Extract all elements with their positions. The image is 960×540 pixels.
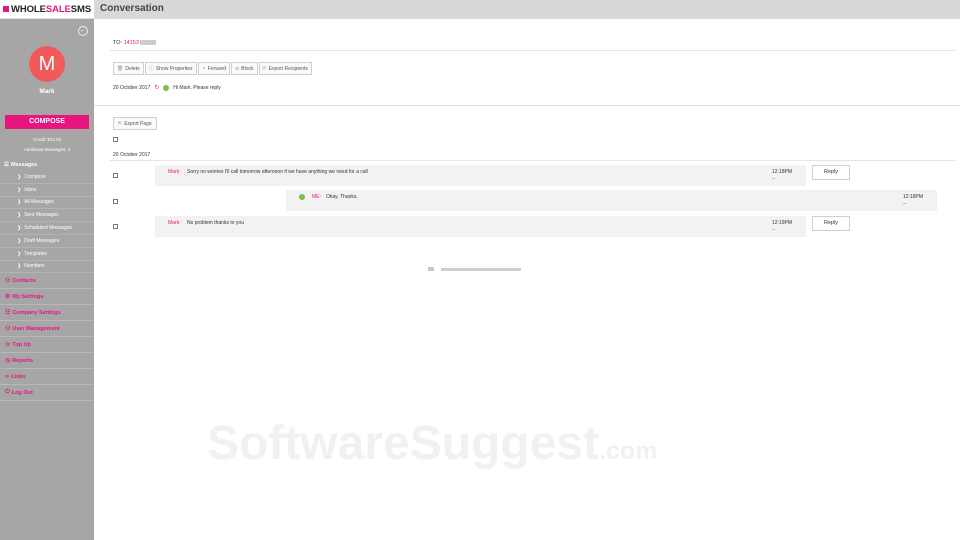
user-name: Mark: [39, 88, 55, 95]
delete-button[interactable]: 🗑 Delete: [113, 62, 144, 75]
gear-icon: ⚙: [5, 294, 11, 301]
sidebar-item-numbers[interactable]: ❯ Numbers: [0, 261, 94, 274]
loading-bar: [441, 267, 521, 271]
sidebar-item-templates[interactable]: ❯ Templates: [0, 248, 94, 261]
export-icon: ⇱: [118, 120, 123, 127]
show-properties-button[interactable]: ⓘ Show Properties: [144, 62, 197, 75]
message-time: 12:18PM: [903, 194, 924, 200]
reply-button[interactable]: Reply: [812, 216, 850, 231]
chart-icon: ◷: [5, 358, 11, 365]
message-sender: Mark:: [168, 220, 181, 226]
message-checkbox[interactable]: [113, 173, 118, 178]
chevron-right-icon: ❯: [17, 186, 22, 193]
message-status: --: [772, 227, 776, 233]
star-icon: ☆: [5, 342, 11, 349]
conversation-panel: TO: 14153 🗑 Delete ⓘ Show Properties ↗ Forw…: [94, 19, 960, 540]
chevron-right-icon: ❯: [17, 173, 22, 180]
compose-button[interactable]: COMPOSE: [5, 115, 89, 129]
reply-button[interactable]: Reply: [812, 165, 850, 180]
users-icon: ⚇: [5, 326, 11, 333]
message-checkbox[interactable]: [113, 224, 118, 229]
divider: [94, 105, 960, 106]
watermark: SoftwareSuggest.com: [207, 417, 658, 470]
sidebar-item-company-settings[interactable]: ☷ Company Settings: [0, 305, 94, 322]
sidebar-item-all-messages[interactable]: ❯ All Messages: [0, 197, 94, 210]
sidebar-item-user-management[interactable]: ⚇ User Management: [0, 321, 94, 338]
sidebar-item-links[interactable]: ∞ Links: [0, 369, 94, 386]
message-checkbox[interactable]: [113, 199, 118, 204]
export-page-button[interactable]: ⇱ Export Page: [113, 117, 157, 130]
export-recipients-button[interactable]: ⇱ Export Recipients: [258, 62, 312, 75]
message-text: Sorry no worries I'll call tomorrow afte…: [187, 169, 368, 175]
chevron-right-icon: ❯: [17, 199, 22, 206]
message-text: No problem thanks to you: [187, 220, 244, 226]
refresh-icon[interactable]: ↻: [154, 84, 159, 91]
day-label: 20 October 2017: [113, 152, 151, 158]
forward-button[interactable]: ↗ Forward: [197, 62, 231, 75]
link-icon: ∞: [5, 373, 10, 380]
sidebar-item-my-settings[interactable]: ⚙ My Settings: [0, 289, 94, 306]
sidebar-item-top-up[interactable]: ☆ Top Up: [0, 337, 94, 354]
status-dot: [163, 84, 170, 91]
info-icon: ⓘ: [148, 66, 154, 72]
sliders-icon: ☷: [5, 310, 11, 317]
message-sender: Mark:: [168, 169, 181, 175]
divider: [110, 50, 956, 51]
chevron-right-icon: ❯: [17, 212, 22, 219]
export-icon: ⇱: [262, 65, 267, 72]
redacted-number: [139, 40, 156, 46]
power-icon: ⏻: [5, 389, 10, 396]
image-placeholder-icon: [428, 267, 434, 271]
additional-messages: Additional Messages: 3: [23, 147, 71, 152]
message-status: --: [772, 176, 776, 182]
chevron-right-icon: ❯: [17, 250, 22, 257]
chevron-right-icon: ❯: [17, 225, 22, 232]
message-time: 12:18PM: [772, 169, 793, 175]
page-title: Conversation: [100, 3, 164, 14]
sidebar-item-reports[interactable]: ◷ Reports: [0, 353, 94, 370]
message-status: --: [903, 201, 907, 207]
forward-icon: ↗: [201, 65, 206, 72]
divider: [110, 160, 956, 161]
recipient-line: TO: 14153: [113, 40, 156, 46]
sidebar-nav: ☰ Messages ❯ Compose ❯ Inbox ❯ All Messages…: [0, 158, 94, 402]
message-bubble-incoming: Mark: No problem thanks to you 12:19PM -…: [155, 216, 806, 237]
back-arrow-icon[interactable]: ←: [78, 26, 88, 36]
conversation-summary: 20 October 2017 ↻ Hi Mark. Please reply: [113, 84, 221, 91]
block-button[interactable]: ⊘ Block: [231, 62, 258, 75]
loading-indicator: [428, 267, 521, 271]
sidebar-item-log-out[interactable]: ⏻ Log Out: [0, 385, 94, 402]
sidebar-section-messages[interactable]: ☰ Messages: [0, 158, 94, 171]
trash-icon: 🗑: [117, 65, 124, 72]
sidebar-item-inbox[interactable]: ❯ Inbox: [0, 184, 94, 197]
chevron-right-icon: ❯: [17, 263, 22, 270]
recipient-number[interactable]: 14153: [124, 40, 139, 46]
sidebar-item-contacts[interactable]: ⚇ Contacts: [0, 273, 94, 290]
app-logo[interactable]: WHOLE SALE SMS: [0, 0, 94, 19]
select-all-checkbox[interactable]: [113, 137, 118, 142]
header-bar: Conversation: [94, 0, 960, 19]
list-icon: ☰: [4, 161, 9, 168]
block-icon: ⊘: [235, 65, 240, 72]
sidebar-item-sent-messages[interactable]: ❯ Sent Messages: [0, 209, 94, 223]
message-text: Okay. Thanks.: [326, 194, 358, 200]
message-bubble-incoming: Mark: Sorry no worries I'll call tomorro…: [155, 165, 806, 186]
message-sender: ME:: [312, 194, 321, 200]
sidebar-item-compose[interactable]: ❯ Compose: [0, 171, 94, 184]
logo-icon: [3, 6, 9, 12]
sidebar-item-scheduled-messages[interactable]: ❯ Scheduled Messages: [0, 222, 94, 235]
person-icon: ⚇: [5, 278, 11, 285]
sidebar: WHOLE SALE SMS ← M Mark COMPOSE Credit: $1…: [0, 0, 94, 540]
status-dot: [299, 194, 305, 200]
sidebar-item-draft-messages[interactable]: ❯ Draft Messages: [0, 235, 94, 248]
credit-balance: Credit: $10.00: [32, 137, 62, 142]
conversation-toolbar: 🗑 Delete ⓘ Show Properties ↗ Forward ⊘ Block…: [113, 62, 313, 75]
message-bubble-outgoing: ME: Okay. Thanks. 12:18PM --: [286, 190, 937, 211]
chevron-right-icon: ❯: [17, 237, 22, 244]
avatar[interactable]: M: [29, 46, 65, 82]
message-time: 12:19PM: [772, 220, 793, 226]
